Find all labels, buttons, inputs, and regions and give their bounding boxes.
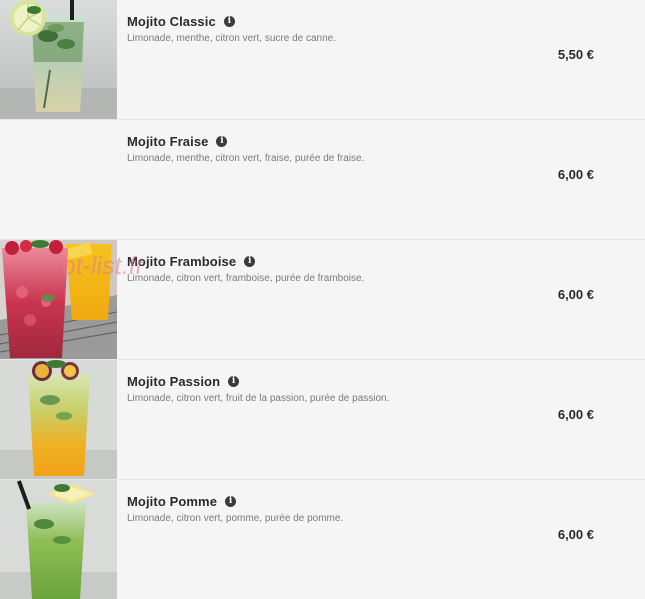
mojito-framboise-photo — [0, 240, 117, 359]
item-description: Limonade, citron vert, framboise, purée … — [127, 273, 365, 284]
info-icon[interactable]: i — [244, 255, 256, 267]
item-price: 6,00 € — [557, 407, 594, 422]
item-name: Mojito Passion — [127, 373, 221, 389]
menu-item-mojito-passion[interactable]: Mojito Passion i Limonade, citron vert, … — [0, 360, 645, 480]
mojito-fraise-photo-placeholder — [0, 120, 117, 239]
info-icon[interactable]: i — [216, 135, 228, 147]
item-description: Limonade, menthe, citron vert, fraise, p… — [127, 153, 365, 164]
item-name: Mojito Framboise — [127, 253, 237, 269]
info-icon[interactable]: i — [223, 15, 235, 27]
menu-item-mojito-pomme[interactable]: Mojito Pomme i Limonade, citron vert, po… — [0, 480, 645, 599]
menu-list: Mojito Classic i Limonade, menthe, citro… — [0, 0, 645, 599]
item-description: Limonade, citron vert, pomme, purée de p… — [127, 513, 344, 524]
item-price: 6,00 € — [557, 527, 594, 542]
mojito-passion-photo — [0, 360, 117, 479]
item-price: 6,00 € — [557, 287, 594, 302]
item-name: Mojito Classic — [127, 13, 216, 29]
item-name-row: Mojito Classic i — [127, 12, 235, 30]
item-name-row: Mojito Passion i — [127, 372, 240, 390]
menu-item-mojito-classic[interactable]: Mojito Classic i Limonade, menthe, citro… — [0, 0, 645, 120]
menu-item-mojito-framboise[interactable]: Mojito Framboise i Limonade, citron vert… — [0, 240, 645, 360]
item-name-row: Mojito Fraise i — [127, 132, 228, 150]
item-description: Limonade, menthe, citron vert, sucre de … — [127, 33, 337, 44]
item-price: 5,50 € — [557, 47, 594, 62]
item-price: 6,00 € — [557, 167, 594, 182]
item-name-row: Mojito Pomme i — [127, 492, 237, 510]
item-name: Mojito Pomme — [127, 493, 218, 509]
item-description: Limonade, citron vert, fruit de la passi… — [127, 393, 390, 404]
info-icon[interactable]: i — [228, 375, 240, 387]
menu-item-mojito-fraise[interactable]: Mojito Fraise i Limonade, menthe, citron… — [0, 120, 645, 240]
mojito-pomme-photo — [0, 480, 117, 599]
info-icon[interactable]: i — [225, 495, 237, 507]
mojito-classic-photo — [0, 0, 117, 119]
item-name: Mojito Fraise — [127, 133, 209, 149]
item-name-row: Mojito Framboise i — [127, 252, 256, 270]
